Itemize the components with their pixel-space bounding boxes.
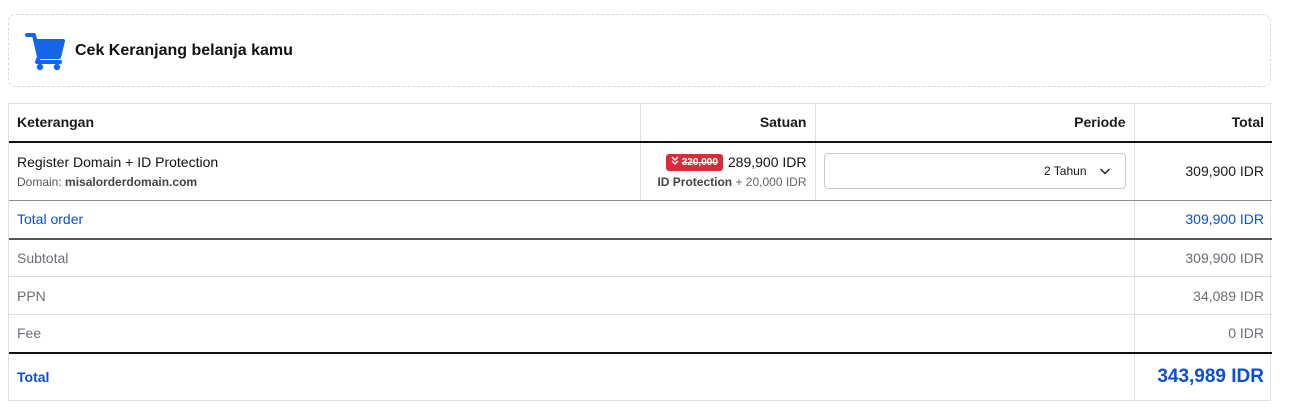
chevron-down-icon [1099,165,1111,177]
grand-total-label: Total [9,352,1135,400]
ppn-label: PPN [9,276,1135,315]
cart-icon [25,31,67,71]
addon-price: ID Protection + 20,000 IDR [649,174,807,189]
table-header-row: Keterangan Satuan Periode Total [9,103,1272,143]
total-order-label: Total order [9,200,1135,240]
discount-badge: 320,000 [665,153,723,171]
column-header-keterangan: Keterangan [9,103,641,143]
cart-header: Cek Keranjang belanja kamu [8,14,1271,87]
table-row: Register Domain + ID Protection Domain: … [9,141,1272,201]
item-total: 309,900 IDR [1134,141,1272,201]
subtotal-row: Subtotal 309,900 IDR [9,238,1272,277]
grand-total-value: 343,989 IDR [1157,365,1264,387]
subtotal-value: 309,900 IDR [1134,238,1272,277]
addon-label: ID Protection [657,174,733,189]
cart-table: Keterangan Satuan Periode Total Register… [8,103,1272,401]
total-order-row: Total order 309,900 IDR [9,200,1272,240]
fee-row: Fee 0 IDR [9,314,1272,354]
period-selected-value: 2 Tahun [1044,164,1087,179]
page-title: Cek Keranjang belanja kamu [75,41,293,59]
item-price-cell: 320,000 289,900 IDR ID Protection + 20,0… [640,141,816,201]
old-price: 320,000 [681,156,718,168]
column-header-satuan: Satuan [640,103,816,143]
column-header-periode: Periode [815,103,1135,143]
subtotal-label: Subtotal [9,238,1135,277]
fee-label: Fee [9,314,1135,354]
ppn-row: PPN 34,089 IDR [9,276,1272,315]
fee-value: 0 IDR [1134,314,1272,354]
ppn-value: 34,089 IDR [1134,276,1272,315]
item-description-cell: Register Domain + ID Protection Domain: … [9,141,641,201]
unit-price: 289,900 IDR [727,154,807,171]
period-select[interactable]: 2 Tahun [823,153,1126,190]
item-period-cell: 2 Tahun [815,141,1135,201]
column-header-total: Total [1134,103,1272,143]
grand-total-row: Total 343,989 IDR [9,352,1272,400]
domain-label: Domain: [17,174,62,189]
chevrons-down-icon [671,156,679,168]
total-order-value: 309,900 IDR [1134,200,1272,240]
domain-value: misalorderdomain.com [65,174,198,189]
item-domain: Domain: misalorderdomain.com [17,175,632,189]
item-name: Register Domain + ID Protection [17,153,219,170]
addon-value: + 20,000 IDR [735,174,807,189]
